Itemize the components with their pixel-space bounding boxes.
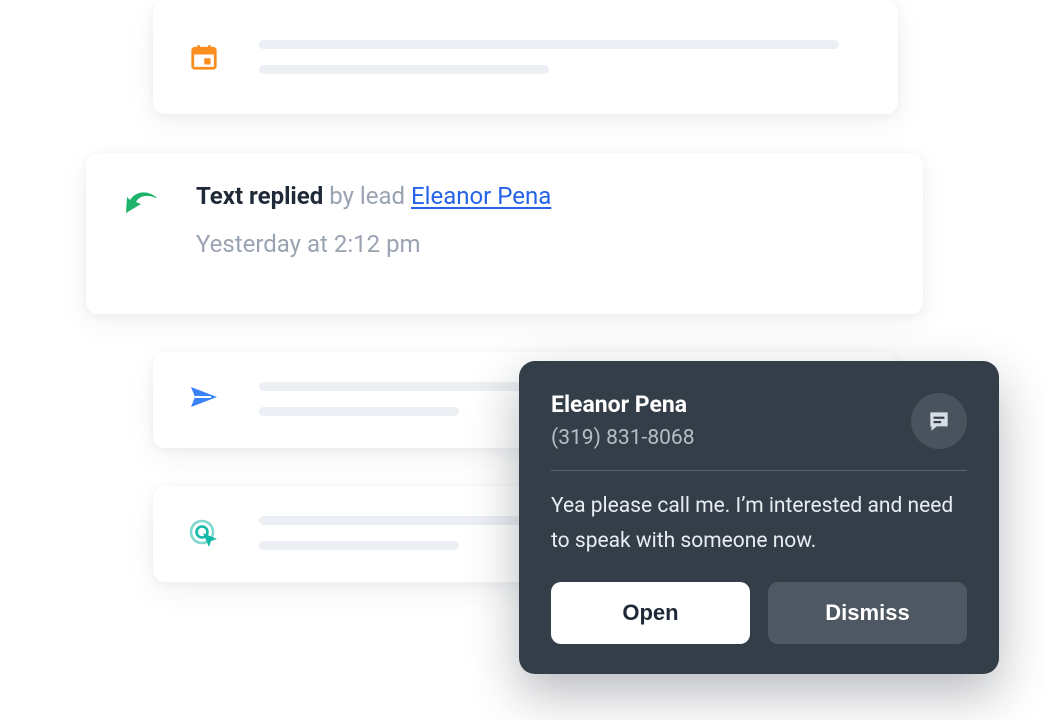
activity-action: Text replied <box>196 182 323 210</box>
toast-message: Yea please call me. I’m interested and n… <box>551 489 967 558</box>
skeleton-line <box>259 516 539 525</box>
dismiss-button[interactable]: Dismiss <box>768 582 967 644</box>
lead-link[interactable]: Eleanor Pena <box>411 182 551 210</box>
chat-icon[interactable] <box>911 393 967 449</box>
activity-timestamp: Yesterday at 2:12 pm <box>196 230 891 258</box>
click-target-icon <box>181 516 227 550</box>
open-button[interactable]: Open <box>551 582 750 644</box>
activity-title: Text replied by lead Eleanor Pena <box>196 181 891 212</box>
send-icon <box>181 382 227 410</box>
calendar-icon <box>181 40 227 72</box>
toast-lead-name: Eleanor Pena <box>551 391 895 418</box>
activity-by: by lead <box>329 182 405 210</box>
toast-lead-phone: (319) 831-8068 <box>551 426 895 450</box>
incoming-text-toast: Eleanor Pena (319) 831-8068 Yea please c… <box>519 361 999 674</box>
skeleton-line <box>259 65 549 74</box>
reply-arrow-icon <box>118 181 164 215</box>
activity-card-text-replied[interactable]: Text replied by lead Eleanor Pena Yester… <box>86 153 923 314</box>
skeleton-line <box>259 541 459 550</box>
activity-card-scheduled <box>153 0 898 114</box>
skeleton-line <box>259 382 539 391</box>
divider <box>551 470 967 471</box>
skeleton-line <box>259 407 459 416</box>
skeleton-line <box>259 40 839 49</box>
